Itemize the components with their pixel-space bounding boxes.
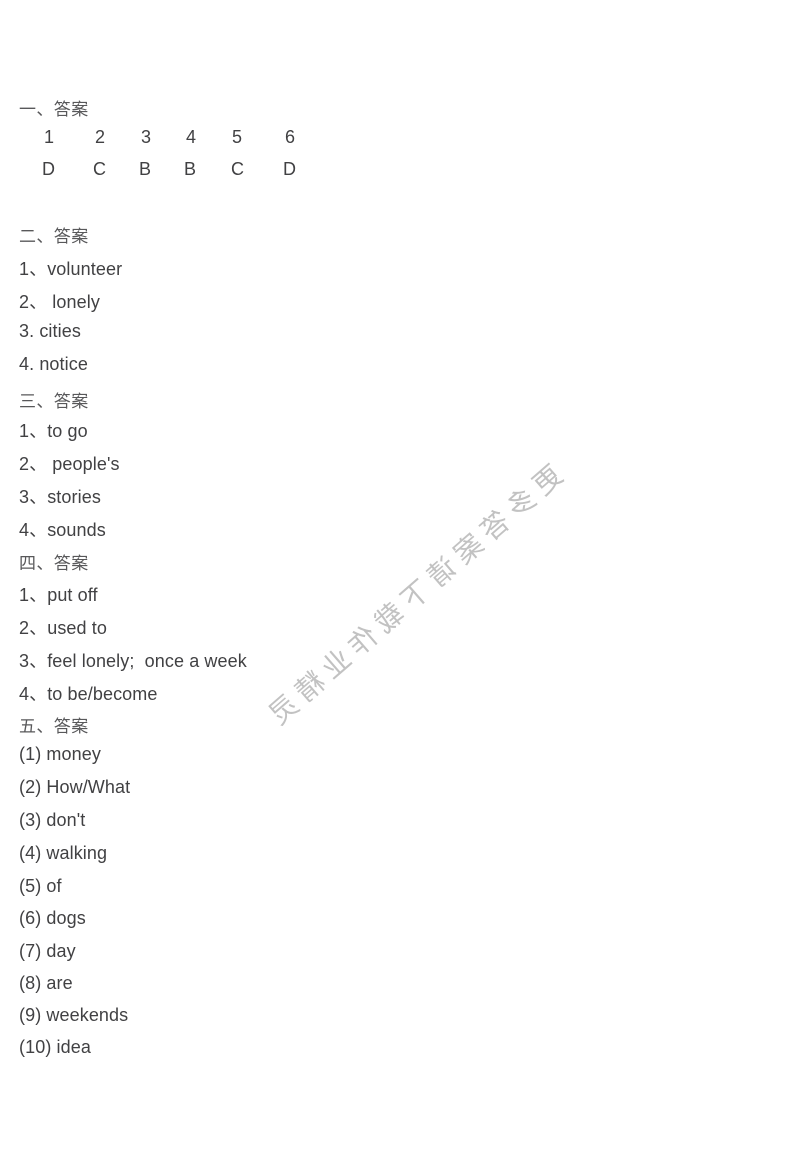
- answer-value-5: C: [231, 159, 244, 179]
- answer-value-1: D: [42, 159, 55, 179]
- question-number-3: 3: [141, 127, 152, 147]
- list-item: 3、feel lonely; once a week: [19, 651, 247, 671]
- watermark: 更多答案请下载作业精灵: [257, 430, 576, 736]
- answer-value-4: B: [184, 159, 197, 179]
- section-one-heading: 一、答案: [19, 100, 89, 120]
- answer-value-6: D: [283, 159, 296, 179]
- list-item: (8) are: [19, 973, 73, 993]
- list-item: (10) idea: [19, 1037, 91, 1057]
- list-item: 2、 lonely: [19, 292, 100, 312]
- list-item: (6) dogs: [19, 908, 86, 928]
- document-page: 更多答案请下载作业精灵 一、答案 1 2 3 4 5 6 D C B B C D…: [0, 0, 800, 1153]
- list-item: 4、to be/become: [19, 684, 158, 704]
- list-item: 2、used to: [19, 618, 107, 638]
- section-three-heading: 三、答案: [19, 392, 89, 412]
- question-number-6: 6: [285, 127, 296, 147]
- section-two-heading: 二、答案: [19, 227, 89, 247]
- list-item: (3) don't: [19, 810, 86, 830]
- list-item: 2、 people's: [19, 454, 120, 474]
- list-item: (9) weekends: [19, 1005, 129, 1025]
- list-item: 1、volunteer: [19, 259, 123, 279]
- question-number-4: 4: [186, 127, 197, 147]
- list-item: (4) walking: [19, 843, 108, 863]
- question-number-1: 1: [44, 127, 55, 147]
- answer-value-2: C: [93, 159, 106, 179]
- section-four-heading: 四、答案: [19, 554, 89, 574]
- watermark-text: 更多答案请下载作业精灵: [257, 458, 570, 736]
- list-item: 3、stories: [19, 487, 101, 507]
- question-number-5: 5: [232, 127, 243, 147]
- question-number-2: 2: [95, 127, 106, 147]
- list-item: 3. cities: [19, 321, 81, 341]
- answer-value-3: B: [139, 159, 152, 179]
- list-item: (5) of: [19, 876, 62, 896]
- list-item: 4、sounds: [19, 520, 106, 540]
- list-item: (2) How/What: [19, 777, 131, 797]
- list-item: (1) money: [19, 744, 101, 764]
- list-item: 1、to go: [19, 421, 88, 441]
- list-item: 4. notice: [19, 354, 88, 374]
- section-five-heading: 五、答案: [19, 717, 89, 737]
- list-item: 1、put off: [19, 585, 98, 605]
- list-item: (7) day: [19, 941, 76, 961]
